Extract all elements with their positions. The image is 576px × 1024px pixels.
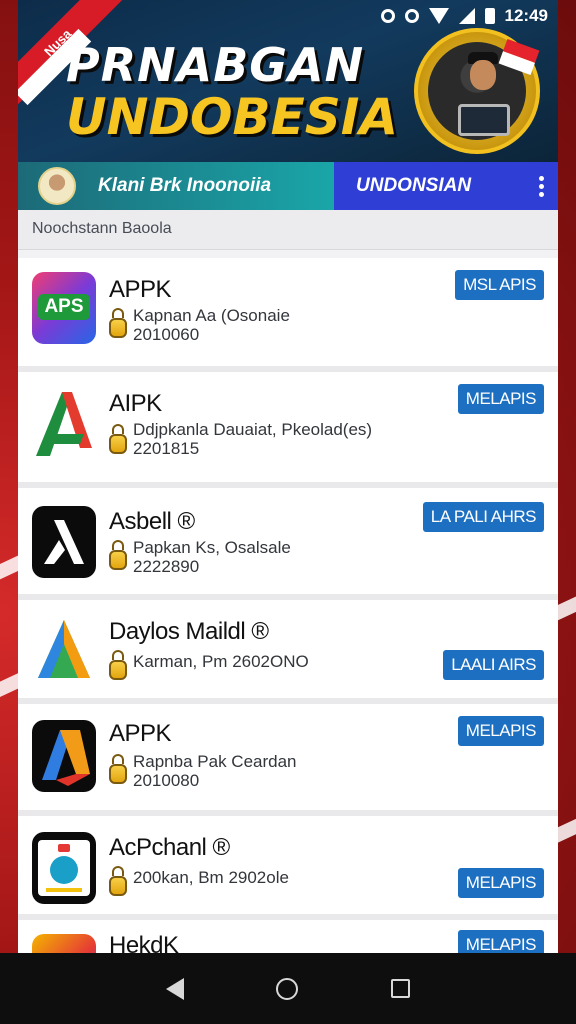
lock-icon [109,424,127,454]
install-button[interactable]: MELAPIS [457,868,544,898]
app-name: APPK [109,720,172,747]
triangle-a-icon[interactable] [32,614,96,686]
app-detail: Kapnan Aa (Osonaie [133,306,290,325]
app-detail: Papkan Ks, Osalsale [133,538,291,557]
alarm-icon [404,9,419,23]
app-meta: 200kan, Bm 2902ole [133,868,289,887]
more-options-icon[interactable] [539,175,544,197]
app-meta: Papkan Ks, Osalsale 2222890 [133,538,291,576]
lambda-icon[interactable] [32,506,96,578]
channel-bar: Klani Brk Inoonoiia UNDONSIAN [18,162,558,210]
app-meta: Rapnba Pak Ceardan 2010080 [133,752,297,790]
app-detail: Karman, Pm 2602ONO [133,652,309,671]
install-button[interactable]: MELAPIS [457,716,544,746]
recent-apps-icon[interactable] [390,979,410,998]
app-detail: Ddjpkanla Dauaiat, Pkeolad(es) [133,420,373,439]
signal-icon [458,8,475,24]
install-button[interactable]: LA PALI AHRS [422,502,544,532]
status-time: 12:49 [504,6,548,25]
app-list: APS APPK Kapnan Aa (Osonaie 2010060 MSL … [18,258,558,955]
app-detail: Rapnba Pak Ceardan [133,752,297,771]
install-button[interactable]: MELAPIS [457,930,544,955]
install-button[interactable]: LAALI AIRS [443,650,544,680]
tablet-icon [458,104,510,136]
section-label: Noochstann Baoola [18,210,558,250]
app-detail: 200kan, Bm 2902ole [133,868,289,887]
list-item[interactable]: Daylos Maildl ® Karman, Pm 2602ONO LAALI… [18,600,558,704]
status-bar: 12:49 [18,0,558,32]
channel-avatar[interactable] [38,167,76,205]
cube-a-icon[interactable] [32,720,96,792]
app-meta: Karman, Pm 2602ONO [133,652,309,671]
lock-icon [109,540,127,570]
a-logo-icon[interactable] [32,388,96,460]
lock-icon [109,866,127,896]
list-item[interactable]: APPK Rapnba Pak Ceardan 2010080 MELAPIS [18,704,558,816]
app-name: Asbell ® [109,508,195,535]
lock-icon [109,754,127,784]
banner-title: PRNABGAN UNDOBESIA [66,42,426,142]
app-name: APPK [109,276,172,303]
banner-title-line2: UNDOBESIA [66,88,399,146]
navigation-bar [0,953,576,1024]
aps-icon[interactable]: APS [32,272,96,344]
folder-icon[interactable] [32,934,96,955]
channel-info[interactable]: Klani Brk Inoonoiia [18,162,334,210]
list-item[interactable]: AcPchanl ® 200kan, Bm 2902ole MELAPIS [18,816,558,920]
install-button[interactable]: MSL APIS [455,270,544,300]
list-item[interactable]: AIPK Ddjpkanla Dauaiat, Pkeolad(es) 2201… [18,372,558,488]
app-date: 2222890 [133,557,200,576]
channel-name: Klani Brk Inoonoiia [98,175,272,196]
channel-tag[interactable]: UNDONSIAN [356,175,471,197]
app-name: AcPchanl ® [109,834,230,861]
battery-icon [484,8,495,24]
app-name: HekdK [109,932,179,955]
list-item[interactable]: APS APPK Kapnan Aa (Osonaie 2010060 MSL … [18,258,558,372]
back-icon[interactable] [166,977,185,1000]
app-date: 2010080 [133,771,200,790]
app-date: 2010060 [133,325,200,344]
install-button[interactable]: MELAPIS [457,384,544,414]
list-item[interactable]: HekdK MELAPIS [18,920,558,955]
badge-icon[interactable] [32,832,96,904]
channel-tag-bar: UNDONSIAN [334,162,558,210]
lock-icon [109,308,127,338]
banner-title-line1: PRNABGAN [66,38,365,92]
list-item[interactable]: Asbell ® Papkan Ks, Osalsale 2222890 LA … [18,488,558,600]
app-meta: Kapnan Aa (Osonaie 2010060 [133,306,290,344]
phone-screen: Nusa PRNABGAN UNDOBESIA 12:49 Klani Brk … [18,0,558,955]
app-meta: Ddjpkanla Dauaiat, Pkeolad(es) 2201815 [133,420,372,458]
app-date: 2201815 [133,439,200,458]
nfc-icon [380,9,395,23]
app-name: Daylos Maildl ® [109,618,269,645]
app-name: AIPK [109,390,162,417]
wifi-icon [428,8,449,24]
lock-icon [109,650,127,680]
home-icon[interactable] [276,977,299,1000]
